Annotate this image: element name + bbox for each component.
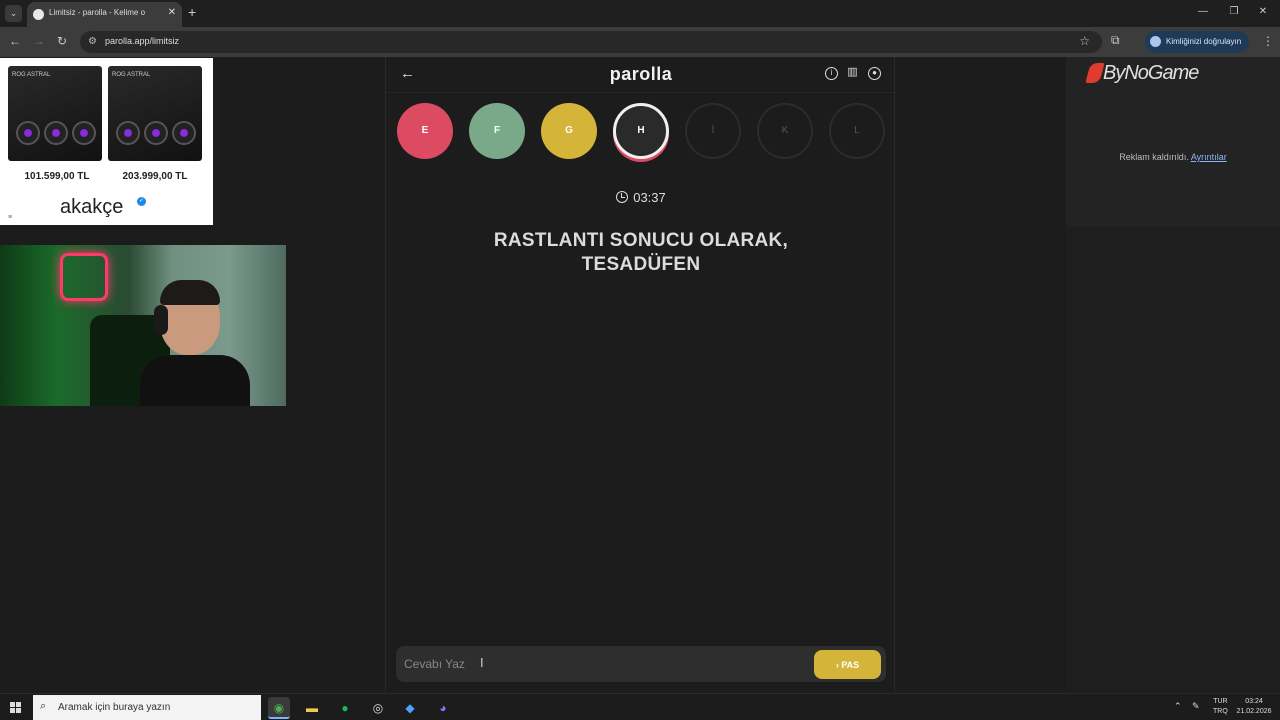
product-price-1: 101.599,00 TL bbox=[24, 171, 90, 182]
pen-icon[interactable]: ✎ bbox=[1192, 701, 1200, 712]
extensions-icon[interactable]: ⧉ bbox=[1111, 33, 1120, 48]
ad-removed-notice: Reklam kaldırıldı. Ayrıntılar bbox=[1066, 152, 1280, 162]
minimize-icon[interactable]: — bbox=[1196, 6, 1210, 17]
webcam-overlay bbox=[0, 245, 286, 406]
neon-sign bbox=[60, 253, 108, 301]
search-icon: ⌕ bbox=[40, 700, 47, 712]
identity-button[interactable]: Kimliğinizi doğrulayın bbox=[1145, 31, 1249, 53]
profile-icon bbox=[1150, 36, 1161, 47]
window-close-icon[interactable]: ✕ bbox=[1256, 6, 1270, 17]
taskbar-search-placeholder: Aramak için buraya yazın bbox=[58, 702, 171, 713]
taskbar-search[interactable]: ⌕ Aramak için buraya yazın bbox=[33, 695, 261, 720]
tab-close-icon[interactable]: ✕ bbox=[168, 7, 176, 18]
streamer-hair bbox=[160, 280, 220, 305]
letter-circle-pending: L bbox=[829, 103, 885, 159]
chrome-icon[interactable]: ◉ bbox=[268, 697, 290, 719]
headset bbox=[154, 305, 168, 335]
favicon-icon bbox=[33, 9, 44, 20]
tab-title: Limitsiz - parolla - Kelime o bbox=[49, 8, 146, 17]
lang-top: TUR bbox=[1213, 698, 1228, 705]
product-price-2: 203.999,00 TL bbox=[122, 171, 188, 182]
system-clock[interactable]: 03:24 21.02.2026 bbox=[1233, 697, 1275, 717]
tray-chevron-icon[interactable]: ⌃ bbox=[1174, 701, 1182, 712]
right-column bbox=[1066, 227, 1280, 693]
left-advertisement[interactable]: ROG ASTRAL ROG ASTRAL 101.599,00 TL 203.… bbox=[0, 58, 213, 225]
bynogame-mark-icon bbox=[1085, 63, 1105, 83]
clue-line-2: TESADÜFEN bbox=[581, 254, 701, 275]
letter-circle-pass: G bbox=[541, 103, 597, 159]
streamer-body bbox=[140, 355, 250, 406]
gpu-product-image-1[interactable]: ROG ASTRAL bbox=[8, 66, 102, 161]
bookmark-star-icon[interactable]: ☆ bbox=[1079, 34, 1090, 48]
address-bar[interactable]: ⚙ parolla.app/limitsiz ☆ bbox=[80, 31, 1102, 53]
bynogame-logo[interactable]: ByNoGame bbox=[1103, 62, 1199, 85]
gpu-product-image-2[interactable]: ROG ASTRAL bbox=[108, 66, 202, 161]
file-explorer-icon[interactable]: ▬ bbox=[301, 697, 323, 719]
timer: 03:37 bbox=[386, 190, 896, 205]
letter-circle-current: H bbox=[613, 103, 669, 159]
chevron-right-icon: › bbox=[835, 659, 839, 670]
browser-menu-icon[interactable]: ⋮ bbox=[1262, 34, 1274, 48]
browser-toolbar: ← → ↻ ⚙ parolla.app/limitsiz ☆ ⧉ Kimliği… bbox=[0, 27, 1280, 57]
forward-icon[interactable]: → bbox=[33, 35, 45, 47]
fan-icon bbox=[72, 121, 96, 145]
language-indicator[interactable]: TUR TRQ bbox=[1213, 697, 1228, 717]
tab-strip: ⌄ Limitsiz - parolla - Kelime o ✕ + — ❐ … bbox=[0, 0, 1280, 27]
ad-removed-text: Reklam kaldırıldı. bbox=[1119, 152, 1189, 162]
product-label: ROG ASTRAL bbox=[112, 72, 151, 78]
obs-icon[interactable]: ◎ bbox=[367, 697, 389, 719]
spotify-icon[interactable]: ● bbox=[334, 697, 356, 719]
ad-brand-logo[interactable]: akakçe bbox=[60, 196, 123, 219]
letter-circle-wrong: E bbox=[397, 103, 453, 159]
browser-tab[interactable]: Limitsiz - parolla - Kelime o ✕ bbox=[27, 2, 182, 27]
url-text: parolla.app/limitsiz bbox=[105, 36, 180, 46]
game-header: ← parolla i ▥ ● bbox=[386, 57, 896, 93]
taskbar: ⌕ Aramak için buraya yazın ◉ ▬ ● ◎ ◆ ◕ ⌃… bbox=[0, 693, 1280, 720]
verified-check-icon: ✓ bbox=[137, 197, 146, 206]
clock-date: 21.02.2026 bbox=[1236, 708, 1272, 715]
text-cursor-icon: I bbox=[480, 655, 484, 670]
product-label: ROG ASTRAL bbox=[12, 72, 51, 78]
back-icon[interactable]: ← bbox=[9, 35, 21, 47]
tab-search-chevron-icon[interactable]: ⌄ bbox=[5, 5, 22, 22]
discord-icon[interactable]: ◕ bbox=[432, 697, 454, 719]
profile-icon[interactable]: ● bbox=[868, 67, 881, 80]
pass-button[interactable]: › PAS bbox=[814, 650, 881, 679]
pass-label: PAS bbox=[841, 659, 860, 670]
letter-circle-pending: İ bbox=[685, 103, 741, 159]
timer-value: 03:37 bbox=[633, 190, 666, 205]
fan-icon bbox=[172, 121, 196, 145]
fan-icon bbox=[16, 121, 40, 145]
answer-bar: I › PAS bbox=[396, 646, 886, 682]
info-icon[interactable]: i bbox=[825, 67, 838, 80]
letter-circle-right: F bbox=[469, 103, 525, 159]
clue-text: RASTLANTI SONUCU OLARAK, TESADÜFEN bbox=[426, 229, 856, 277]
app-logo: parolla bbox=[609, 64, 673, 84]
ad-details-link[interactable]: Ayrıntılar bbox=[1191, 152, 1227, 162]
reload-icon[interactable]: ↻ bbox=[57, 35, 67, 47]
clock-time: 03:24 bbox=[1245, 698, 1263, 705]
fan-icon bbox=[116, 121, 140, 145]
page-viewport: ROG ASTRAL ROG ASTRAL 101.599,00 TL 203.… bbox=[0, 57, 1280, 693]
streamer bbox=[140, 280, 250, 406]
windows-start-icon[interactable] bbox=[10, 702, 21, 713]
identity-label: Kimliğinizi doğrulayın bbox=[1166, 37, 1242, 46]
answer-input[interactable] bbox=[404, 651, 804, 677]
letter-circle-pending: K bbox=[757, 103, 813, 159]
site-info-icon[interactable]: ⚙ bbox=[88, 36, 97, 47]
fan-icon bbox=[144, 121, 168, 145]
ad-choices-icon[interactable]: ≡ bbox=[8, 214, 12, 221]
right-advertisement[interactable]: ByNoGame Reklam kaldırıldı. Ayrıntılar bbox=[1066, 57, 1280, 227]
fan-icon bbox=[44, 121, 68, 145]
clock-icon bbox=[616, 191, 629, 203]
new-tab-icon[interactable]: + bbox=[188, 5, 196, 19]
lang-bottom: TRQ bbox=[1213, 708, 1228, 715]
clue-line-1: RASTLANTI SONUCU OLARAK, bbox=[493, 230, 789, 251]
restore-icon[interactable]: ❐ bbox=[1227, 6, 1241, 17]
app-icon[interactable]: ◆ bbox=[399, 697, 421, 719]
game-panel: ← parolla i ▥ ● EFGHİKL 03:37 RASTLANTI … bbox=[385, 57, 896, 693]
stats-icon[interactable]: ▥ bbox=[846, 67, 859, 80]
